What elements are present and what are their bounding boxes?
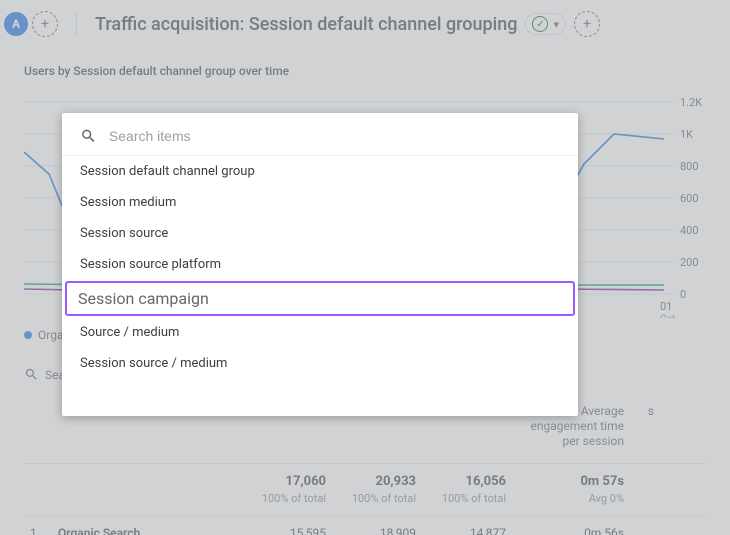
divider (76, 11, 77, 37)
dropdown-item[interactable]: Session medium (62, 187, 578, 218)
add-segment-button[interactable]: + (32, 11, 58, 37)
chart-title: Users by Session default channel group o… (24, 64, 289, 78)
col-cutoff: s (630, 398, 660, 463)
dropdown-search[interactable] (62, 117, 578, 156)
search-icon (24, 367, 39, 382)
chevron-down-icon: ▾ (553, 18, 559, 31)
legend-label: Orga (38, 328, 63, 342)
dropdown-item[interactable]: Session source (62, 218, 578, 249)
data-table: sessions Average engagement time per ses… (0, 398, 730, 535)
table-search[interactable]: Sea (24, 367, 65, 382)
svg-text:0: 0 (680, 288, 686, 301)
dropdown-item[interactable]: Session source platform (62, 249, 578, 280)
page-title: Traffic acquisition: Session default cha… (95, 14, 517, 35)
avatar-badge[interactable]: A (4, 12, 28, 36)
add-comparison-button[interactable]: + (574, 11, 600, 37)
page-root: A + Traffic acquisition: Session default… (0, 0, 730, 535)
svg-text:01: 01 (660, 300, 672, 313)
totals-row: 17,060100% of total 20,933100% of total … (24, 463, 706, 515)
dropdown-item[interactable]: Session source / medium (62, 348, 578, 379)
dropdown-item[interactable]: Session default channel group (62, 156, 578, 187)
dropdown-search-input[interactable] (109, 128, 560, 144)
dimension-dropdown: Session default channel group Session me… (62, 113, 578, 416)
svg-text:Oct: Oct (660, 314, 675, 318)
svg-text:1K: 1K (680, 128, 693, 141)
table-row[interactable]: 1 Organic Search 15,595 18,909 14,877 0m… (24, 515, 706, 535)
search-icon (80, 127, 97, 145)
checkmark-icon: ✓ (532, 16, 548, 32)
legend-dot-icon (24, 331, 32, 339)
chart-legend: Orga (24, 328, 63, 342)
svg-text:400: 400 (680, 224, 699, 237)
dropdown-item-highlighted[interactable]: Session campaign (66, 282, 574, 315)
svg-text:200: 200 (680, 256, 699, 269)
dropdown-item[interactable]: Source / medium (62, 317, 578, 348)
svg-text:600: 600 (680, 192, 699, 205)
status-chip[interactable]: ✓ ▾ (525, 13, 566, 35)
svg-text:800: 800 (680, 160, 699, 173)
page-header: A + Traffic acquisition: Session default… (0, 4, 730, 44)
svg-text:1.2K: 1.2K (680, 96, 702, 109)
